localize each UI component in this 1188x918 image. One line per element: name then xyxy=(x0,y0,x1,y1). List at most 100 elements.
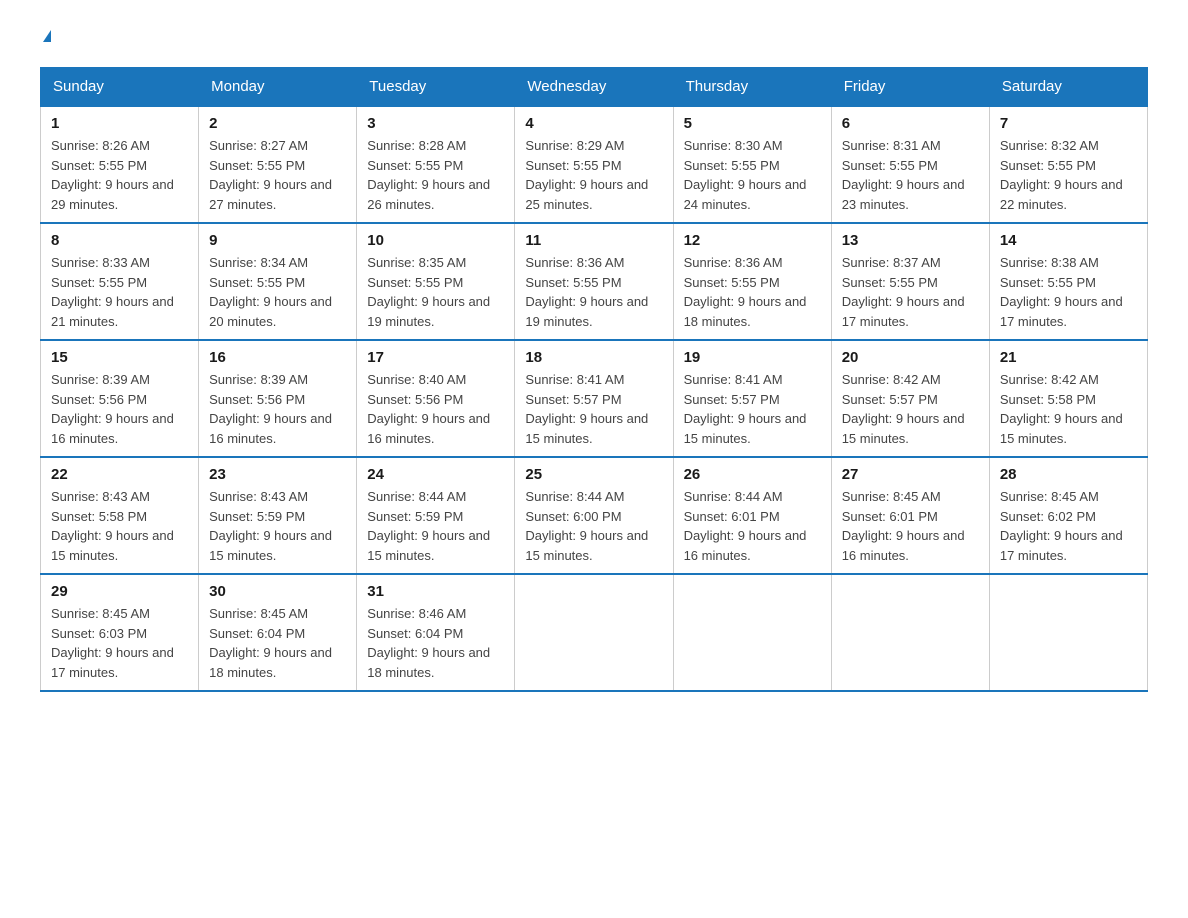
calendar-cell: 10 Sunrise: 8:35 AM Sunset: 5:55 PM Dayl… xyxy=(357,223,515,340)
day-info: Sunrise: 8:39 AM Sunset: 5:56 PM Dayligh… xyxy=(51,370,188,448)
day-info: Sunrise: 8:45 AM Sunset: 6:02 PM Dayligh… xyxy=(1000,487,1137,565)
calendar-cell: 13 Sunrise: 8:37 AM Sunset: 5:55 PM Dayl… xyxy=(831,223,989,340)
day-info: Sunrise: 8:41 AM Sunset: 5:57 PM Dayligh… xyxy=(684,370,821,448)
calendar-cell: 20 Sunrise: 8:42 AM Sunset: 5:57 PM Dayl… xyxy=(831,340,989,457)
day-info: Sunrise: 8:42 AM Sunset: 5:57 PM Dayligh… xyxy=(842,370,979,448)
calendar-table: SundayMondayTuesdayWednesdayThursdayFrid… xyxy=(40,67,1148,692)
calendar-cell: 2 Sunrise: 8:27 AM Sunset: 5:55 PM Dayli… xyxy=(199,106,357,223)
day-number: 14 xyxy=(1000,232,1137,249)
day-info: Sunrise: 8:44 AM Sunset: 5:59 PM Dayligh… xyxy=(367,487,504,565)
day-info: Sunrise: 8:43 AM Sunset: 5:58 PM Dayligh… xyxy=(51,487,188,565)
calendar-cell: 27 Sunrise: 8:45 AM Sunset: 6:01 PM Dayl… xyxy=(831,457,989,574)
calendar-cell: 7 Sunrise: 8:32 AM Sunset: 5:55 PM Dayli… xyxy=(989,106,1147,223)
day-number: 17 xyxy=(367,349,504,366)
calendar-week-1: 1 Sunrise: 8:26 AM Sunset: 5:55 PM Dayli… xyxy=(41,106,1148,223)
day-number: 6 xyxy=(842,115,979,132)
day-number: 15 xyxy=(51,349,188,366)
day-number: 3 xyxy=(367,115,504,132)
day-number: 10 xyxy=(367,232,504,249)
day-number: 9 xyxy=(209,232,346,249)
calendar-cell: 3 Sunrise: 8:28 AM Sunset: 5:55 PM Dayli… xyxy=(357,106,515,223)
day-number: 7 xyxy=(1000,115,1137,132)
calendar-cell: 19 Sunrise: 8:41 AM Sunset: 5:57 PM Dayl… xyxy=(673,340,831,457)
calendar-cell: 31 Sunrise: 8:46 AM Sunset: 6:04 PM Dayl… xyxy=(357,574,515,691)
calendar-cell xyxy=(515,574,673,691)
calendar-cell: 28 Sunrise: 8:45 AM Sunset: 6:02 PM Dayl… xyxy=(989,457,1147,574)
day-info: Sunrise: 8:42 AM Sunset: 5:58 PM Dayligh… xyxy=(1000,370,1137,448)
day-info: Sunrise: 8:43 AM Sunset: 5:59 PM Dayligh… xyxy=(209,487,346,565)
day-info: Sunrise: 8:31 AM Sunset: 5:55 PM Dayligh… xyxy=(842,136,979,214)
day-header-thursday: Thursday xyxy=(673,68,831,107)
day-info: Sunrise: 8:32 AM Sunset: 5:55 PM Dayligh… xyxy=(1000,136,1137,214)
calendar-cell: 26 Sunrise: 8:44 AM Sunset: 6:01 PM Dayl… xyxy=(673,457,831,574)
day-info: Sunrise: 8:30 AM Sunset: 5:55 PM Dayligh… xyxy=(684,136,821,214)
day-info: Sunrise: 8:36 AM Sunset: 5:55 PM Dayligh… xyxy=(684,253,821,331)
day-number: 12 xyxy=(684,232,821,249)
day-info: Sunrise: 8:46 AM Sunset: 6:04 PM Dayligh… xyxy=(367,604,504,682)
calendar-week-2: 8 Sunrise: 8:33 AM Sunset: 5:55 PM Dayli… xyxy=(41,223,1148,340)
calendar-cell xyxy=(831,574,989,691)
calendar-cell: 30 Sunrise: 8:45 AM Sunset: 6:04 PM Dayl… xyxy=(199,574,357,691)
day-info: Sunrise: 8:26 AM Sunset: 5:55 PM Dayligh… xyxy=(51,136,188,214)
logo xyxy=(40,30,51,47)
calendar-cell: 8 Sunrise: 8:33 AM Sunset: 5:55 PM Dayli… xyxy=(41,223,199,340)
day-number: 4 xyxy=(525,115,662,132)
calendar-cell: 25 Sunrise: 8:44 AM Sunset: 6:00 PM Dayl… xyxy=(515,457,673,574)
day-number: 26 xyxy=(684,466,821,483)
day-number: 23 xyxy=(209,466,346,483)
calendar-cell xyxy=(989,574,1147,691)
calendar-cell: 12 Sunrise: 8:36 AM Sunset: 5:55 PM Dayl… xyxy=(673,223,831,340)
calendar-cell: 15 Sunrise: 8:39 AM Sunset: 5:56 PM Dayl… xyxy=(41,340,199,457)
calendar-cell: 17 Sunrise: 8:40 AM Sunset: 5:56 PM Dayl… xyxy=(357,340,515,457)
day-info: Sunrise: 8:45 AM Sunset: 6:04 PM Dayligh… xyxy=(209,604,346,682)
calendar-cell: 22 Sunrise: 8:43 AM Sunset: 5:58 PM Dayl… xyxy=(41,457,199,574)
day-number: 2 xyxy=(209,115,346,132)
page-header xyxy=(40,30,1148,47)
day-number: 16 xyxy=(209,349,346,366)
day-number: 11 xyxy=(525,232,662,249)
calendar-cell: 18 Sunrise: 8:41 AM Sunset: 5:57 PM Dayl… xyxy=(515,340,673,457)
day-info: Sunrise: 8:37 AM Sunset: 5:55 PM Dayligh… xyxy=(842,253,979,331)
day-header-wednesday: Wednesday xyxy=(515,68,673,107)
day-number: 5 xyxy=(684,115,821,132)
calendar-cell: 23 Sunrise: 8:43 AM Sunset: 5:59 PM Dayl… xyxy=(199,457,357,574)
day-number: 28 xyxy=(1000,466,1137,483)
day-number: 22 xyxy=(51,466,188,483)
calendar-cell: 16 Sunrise: 8:39 AM Sunset: 5:56 PM Dayl… xyxy=(199,340,357,457)
calendar-cell: 14 Sunrise: 8:38 AM Sunset: 5:55 PM Dayl… xyxy=(989,223,1147,340)
day-info: Sunrise: 8:44 AM Sunset: 6:01 PM Dayligh… xyxy=(684,487,821,565)
day-header-sunday: Sunday xyxy=(41,68,199,107)
day-number: 29 xyxy=(51,583,188,600)
day-number: 21 xyxy=(1000,349,1137,366)
day-info: Sunrise: 8:27 AM Sunset: 5:55 PM Dayligh… xyxy=(209,136,346,214)
day-info: Sunrise: 8:29 AM Sunset: 5:55 PM Dayligh… xyxy=(525,136,662,214)
calendar-week-5: 29 Sunrise: 8:45 AM Sunset: 6:03 PM Dayl… xyxy=(41,574,1148,691)
day-header-friday: Friday xyxy=(831,68,989,107)
calendar-cell: 4 Sunrise: 8:29 AM Sunset: 5:55 PM Dayli… xyxy=(515,106,673,223)
day-header-monday: Monday xyxy=(199,68,357,107)
day-info: Sunrise: 8:40 AM Sunset: 5:56 PM Dayligh… xyxy=(367,370,504,448)
day-info: Sunrise: 8:45 AM Sunset: 6:01 PM Dayligh… xyxy=(842,487,979,565)
day-number: 24 xyxy=(367,466,504,483)
day-number: 20 xyxy=(842,349,979,366)
day-info: Sunrise: 8:28 AM Sunset: 5:55 PM Dayligh… xyxy=(367,136,504,214)
calendar-cell xyxy=(673,574,831,691)
calendar-week-4: 22 Sunrise: 8:43 AM Sunset: 5:58 PM Dayl… xyxy=(41,457,1148,574)
day-number: 19 xyxy=(684,349,821,366)
day-number: 31 xyxy=(367,583,504,600)
day-number: 1 xyxy=(51,115,188,132)
calendar-cell: 5 Sunrise: 8:30 AM Sunset: 5:55 PM Dayli… xyxy=(673,106,831,223)
calendar-cell: 9 Sunrise: 8:34 AM Sunset: 5:55 PM Dayli… xyxy=(199,223,357,340)
day-info: Sunrise: 8:35 AM Sunset: 5:55 PM Dayligh… xyxy=(367,253,504,331)
calendar-cell: 1 Sunrise: 8:26 AM Sunset: 5:55 PM Dayli… xyxy=(41,106,199,223)
calendar-header-row: SundayMondayTuesdayWednesdayThursdayFrid… xyxy=(41,68,1148,107)
day-info: Sunrise: 8:38 AM Sunset: 5:55 PM Dayligh… xyxy=(1000,253,1137,331)
day-header-tuesday: Tuesday xyxy=(357,68,515,107)
day-info: Sunrise: 8:41 AM Sunset: 5:57 PM Dayligh… xyxy=(525,370,662,448)
logo-blue-container xyxy=(40,30,51,47)
calendar-cell: 21 Sunrise: 8:42 AM Sunset: 5:58 PM Dayl… xyxy=(989,340,1147,457)
calendar-cell: 29 Sunrise: 8:45 AM Sunset: 6:03 PM Dayl… xyxy=(41,574,199,691)
day-number: 25 xyxy=(525,466,662,483)
day-number: 27 xyxy=(842,466,979,483)
day-info: Sunrise: 8:36 AM Sunset: 5:55 PM Dayligh… xyxy=(525,253,662,331)
